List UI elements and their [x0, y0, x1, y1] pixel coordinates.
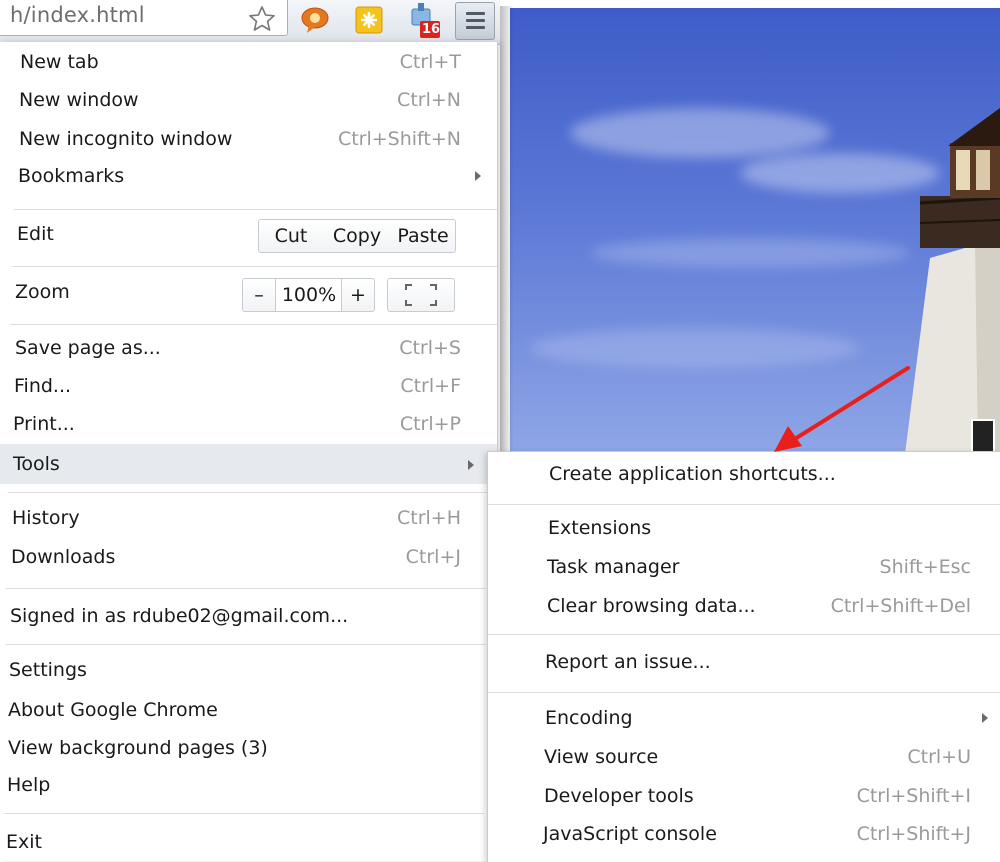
- menu-row-edit: Edit Cut Copy Paste: [0, 216, 497, 256]
- zoom-out-button[interactable]: –: [242, 278, 276, 312]
- menu-item-print[interactable]: Print... Ctrl+P: [0, 406, 497, 442]
- menu-separator: [10, 324, 497, 325]
- menu-separator: [12, 266, 497, 267]
- fullscreen-button[interactable]: [387, 278, 455, 312]
- menu-item-javascript-console[interactable]: JavaScript console Ctrl+Shift+J: [488, 816, 1000, 852]
- fullscreen-icon: [405, 284, 437, 306]
- menu-separator: [8, 492, 488, 493]
- menu-item-view-source[interactable]: View source Ctrl+U: [488, 739, 1000, 775]
- submenu-arrow-icon: [982, 713, 988, 723]
- menu-item-clear-browsing-data[interactable]: Clear browsing data... Ctrl+Shift+Del: [488, 588, 1000, 624]
- menu-separator: [6, 588, 486, 589]
- menu-item-history[interactable]: History Ctrl+H: [0, 500, 497, 536]
- cut-button[interactable]: Cut: [258, 219, 324, 253]
- menu-separator: [488, 692, 1000, 693]
- menu-separator: [14, 209, 497, 210]
- chrome-menu-button[interactable]: [455, 2, 495, 40]
- paste-button[interactable]: Paste: [391, 219, 456, 253]
- menu-separator: [488, 504, 1000, 505]
- menu-separator: [6, 644, 486, 645]
- menu-item-task-manager[interactable]: Task manager Shift+Esc: [488, 549, 1000, 585]
- extension-speech-icon[interactable]: [300, 5, 330, 35]
- menu-item-encoding[interactable]: Encoding: [488, 700, 1000, 736]
- menu-row-zoom: Zoom – 100% +: [0, 274, 497, 314]
- page-shadow: [500, 6, 514, 456]
- omnibox[interactable]: h/index.html: [0, 0, 288, 36]
- copy-button[interactable]: Copy: [323, 219, 392, 253]
- annotation-arrow-icon: [774, 366, 910, 452]
- menu-bar-icon: [466, 19, 485, 22]
- notification-badge: 16: [422, 22, 441, 37]
- menu-bar-icon: [466, 26, 485, 29]
- menu-item-bookmarks[interactable]: Bookmarks: [0, 158, 497, 194]
- menu-item-create-shortcuts[interactable]: Create application shortcuts...: [488, 456, 1000, 492]
- menu-item-about[interactable]: About Google Chrome: [0, 692, 497, 728]
- lighthouse-image: [905, 108, 1000, 454]
- extension-puzzle-icon[interactable]: [354, 5, 384, 35]
- menu-item-find[interactable]: Find... Ctrl+F: [0, 368, 497, 404]
- menu-item-new-tab[interactable]: New tab Ctrl+T: [0, 44, 497, 80]
- omnibox-url[interactable]: h/index.html: [10, 3, 145, 27]
- menu-item-save-page[interactable]: Save page as... Ctrl+S: [0, 330, 497, 366]
- menu-bar-icon: [466, 12, 485, 15]
- chrome-main-menu: New tab Ctrl+T New window Ctrl+N New inc…: [0, 42, 498, 861]
- menu-item-background-pages[interactable]: View background pages (3): [0, 730, 497, 766]
- menu-item-report-issue[interactable]: Report an issue...: [488, 644, 1000, 680]
- menu-item-downloads[interactable]: Downloads Ctrl+J: [0, 539, 497, 575]
- browser-toolbar: h/index.html 16: [0, 0, 500, 45]
- menu-item-developer-tools[interactable]: Developer tools Ctrl+Shift+I: [488, 778, 1000, 814]
- menu-item-new-incognito[interactable]: New incognito window Ctrl+Shift+N: [0, 121, 497, 157]
- zoom-level: 100%: [276, 278, 342, 312]
- page-background-photo: [510, 8, 1000, 454]
- menu-item-new-window[interactable]: New window Ctrl+N: [0, 82, 497, 118]
- zoom-in-button[interactable]: +: [341, 278, 375, 312]
- submenu-arrow-icon: [475, 171, 481, 181]
- menu-separator: [4, 813, 484, 814]
- menu-item-help[interactable]: Help: [0, 767, 497, 803]
- menu-item-settings[interactable]: Settings: [0, 652, 497, 688]
- bookmark-star-icon[interactable]: [247, 4, 277, 34]
- menu-separator: [488, 634, 1000, 635]
- extension-calendar-icon[interactable]: 16: [409, 3, 441, 38]
- tools-submenu: Create application shortcuts... Extensio…: [487, 451, 1000, 862]
- menu-item-signed-in[interactable]: Signed in as rdube02@gmail.com...: [0, 598, 497, 634]
- menu-item-exit[interactable]: Exit: [0, 824, 497, 860]
- menu-item-tools[interactable]: Tools: [0, 444, 497, 484]
- menu-item-extensions[interactable]: Extensions: [488, 510, 1000, 546]
- submenu-arrow-icon: [468, 460, 474, 470]
